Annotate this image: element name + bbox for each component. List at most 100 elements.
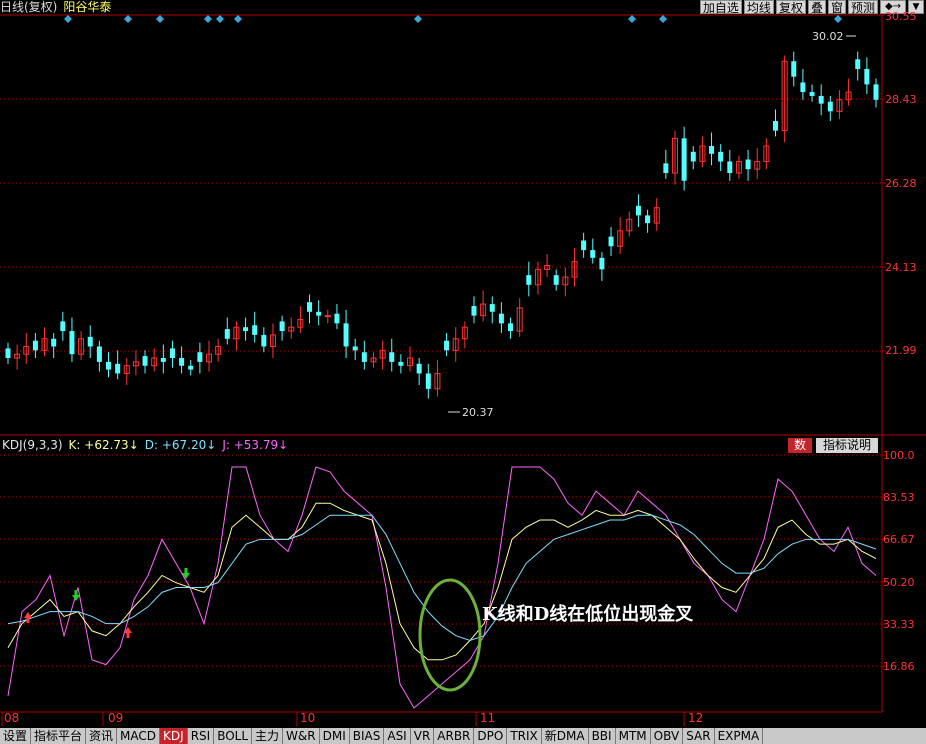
kdj-series xyxy=(7,466,877,709)
j-down-arrow-icon: ↓ xyxy=(278,438,289,452)
kdj-axis-label: 100.0 xyxy=(883,449,915,462)
candle-body xyxy=(772,120,778,131)
tab-dpo[interactable]: DPO xyxy=(474,728,508,744)
candle-body xyxy=(389,352,395,362)
moving-average-button[interactable]: 均线 xyxy=(743,0,774,15)
candle-body xyxy=(87,336,93,347)
date-label: 08 xyxy=(4,711,20,725)
tab-arbr[interactable]: ARBR xyxy=(434,728,475,744)
tab-news[interactable]: 资讯 xyxy=(86,728,118,744)
candle-body xyxy=(361,352,367,362)
tab-obv[interactable]: OBV xyxy=(651,728,684,744)
date-label: 09 xyxy=(108,711,124,725)
kdj-axis-label: 66.67 xyxy=(883,533,915,546)
tab-asi[interactable]: ASI xyxy=(384,728,411,744)
candle-body xyxy=(96,346,102,362)
window-button[interactable]: 窗 xyxy=(827,0,846,15)
candle-body xyxy=(590,250,596,258)
forecast-button[interactable]: 预测 xyxy=(847,0,878,15)
price-axis-label: 30.55 xyxy=(885,10,917,23)
candle-body xyxy=(690,151,696,162)
event-diamond-icon xyxy=(216,15,224,23)
candle-body xyxy=(188,365,194,370)
overlay-button[interactable]: 叠 xyxy=(807,0,826,15)
candle-body xyxy=(727,161,733,174)
price-axis-label: 28.43 xyxy=(885,93,917,106)
event-diamond-icon xyxy=(234,15,242,23)
candle-body xyxy=(809,92,815,96)
j-line xyxy=(7,466,877,709)
candle-body xyxy=(32,340,38,351)
golden-cross-annotation: K线和D线在低位出现金叉 xyxy=(482,604,694,625)
candle-body xyxy=(471,306,477,316)
candle-body xyxy=(709,146,715,154)
low-price-label: 20.37 xyxy=(462,406,494,419)
candle-body xyxy=(279,321,285,332)
tab-bbi[interactable]: BBI xyxy=(589,728,616,744)
tab-indicator-platform[interactable]: 指标平台 xyxy=(31,728,87,744)
tab-vr[interactable]: VR xyxy=(411,728,435,744)
d-down-arrow-icon: ↓ xyxy=(206,438,217,452)
candle-body xyxy=(526,275,532,285)
candle-body xyxy=(498,313,504,324)
event-diamond-icon xyxy=(628,15,636,23)
tab-macd[interactable]: MACD xyxy=(117,728,161,744)
candle-body xyxy=(425,373,431,389)
date-label: 10 xyxy=(300,711,316,725)
tab-mtm[interactable]: MTM xyxy=(616,728,651,744)
candle-body xyxy=(252,325,258,335)
tab-boll[interactable]: BOLL xyxy=(214,728,253,744)
candlestick-series xyxy=(5,51,879,399)
tab-kdj[interactable]: KDJ xyxy=(160,728,188,744)
j-value: J: +53.79 xyxy=(222,438,279,452)
candle-body xyxy=(316,311,322,316)
candle-body xyxy=(508,323,514,332)
price-axis-label: 21.99 xyxy=(885,344,917,357)
date-label: 11 xyxy=(480,711,496,725)
tab-rsi[interactable]: RSI xyxy=(188,728,215,744)
data-button[interactable]: 数 xyxy=(788,438,812,453)
candle-body xyxy=(645,215,651,224)
kdj-axis-label: 33.33 xyxy=(883,618,915,631)
tab-settings[interactable]: 设置 xyxy=(0,728,32,744)
chart-canvas xyxy=(0,14,926,726)
event-diamond-icon xyxy=(204,15,212,23)
golden-cross-ellipse xyxy=(418,578,482,692)
event-diamond-icon xyxy=(659,15,667,23)
candle-body xyxy=(224,329,230,339)
candle-body xyxy=(169,348,175,359)
stock-name: 阳谷华泰 xyxy=(63,0,112,14)
candle-body xyxy=(827,101,833,112)
candle-body xyxy=(635,205,641,216)
price-axis-label: 24.13 xyxy=(885,261,917,274)
tab-expma[interactable]: EXPMA xyxy=(715,728,764,744)
tab-trix[interactable]: TRIX xyxy=(507,728,542,744)
candle-body xyxy=(818,95,824,104)
tab-sar[interactable]: SAR xyxy=(683,728,715,744)
candle-body xyxy=(197,352,203,362)
tab-new-dma[interactable]: 新DMA xyxy=(542,728,589,744)
candle-body xyxy=(307,302,313,312)
indicator-help-button[interactable]: 指标说明 xyxy=(816,438,878,453)
add-favorite-button[interactable]: 加自选 xyxy=(699,0,742,15)
adjust-button[interactable]: 复权 xyxy=(775,0,806,15)
candle-body xyxy=(334,313,340,324)
candle-body xyxy=(243,327,249,332)
k-down-arrow-icon: ↓ xyxy=(128,438,139,452)
tab-main-force[interactable]: 主力 xyxy=(252,728,284,744)
event-diamond-icon xyxy=(64,15,72,23)
tab-wr[interactable]: W&R xyxy=(283,728,320,744)
period-label: 日线(复权) xyxy=(0,0,58,14)
candle-body xyxy=(745,159,751,170)
date-label: 12 xyxy=(688,711,704,725)
candle-body xyxy=(142,356,148,366)
k-value: K: +62.73 xyxy=(68,438,129,452)
candle-body xyxy=(60,321,66,332)
event-diamond-icon xyxy=(156,15,164,23)
event-diamond-icon xyxy=(124,15,132,23)
indicator-tab-bar: 设置 指标平台 资讯 MACD KDJ RSI BOLL 主力 W&R DMI … xyxy=(0,728,926,744)
candle-body xyxy=(261,334,267,347)
candle-body xyxy=(718,151,724,162)
tab-dmi[interactable]: DMI xyxy=(320,728,350,744)
tab-bias[interactable]: BIAS xyxy=(350,728,385,744)
